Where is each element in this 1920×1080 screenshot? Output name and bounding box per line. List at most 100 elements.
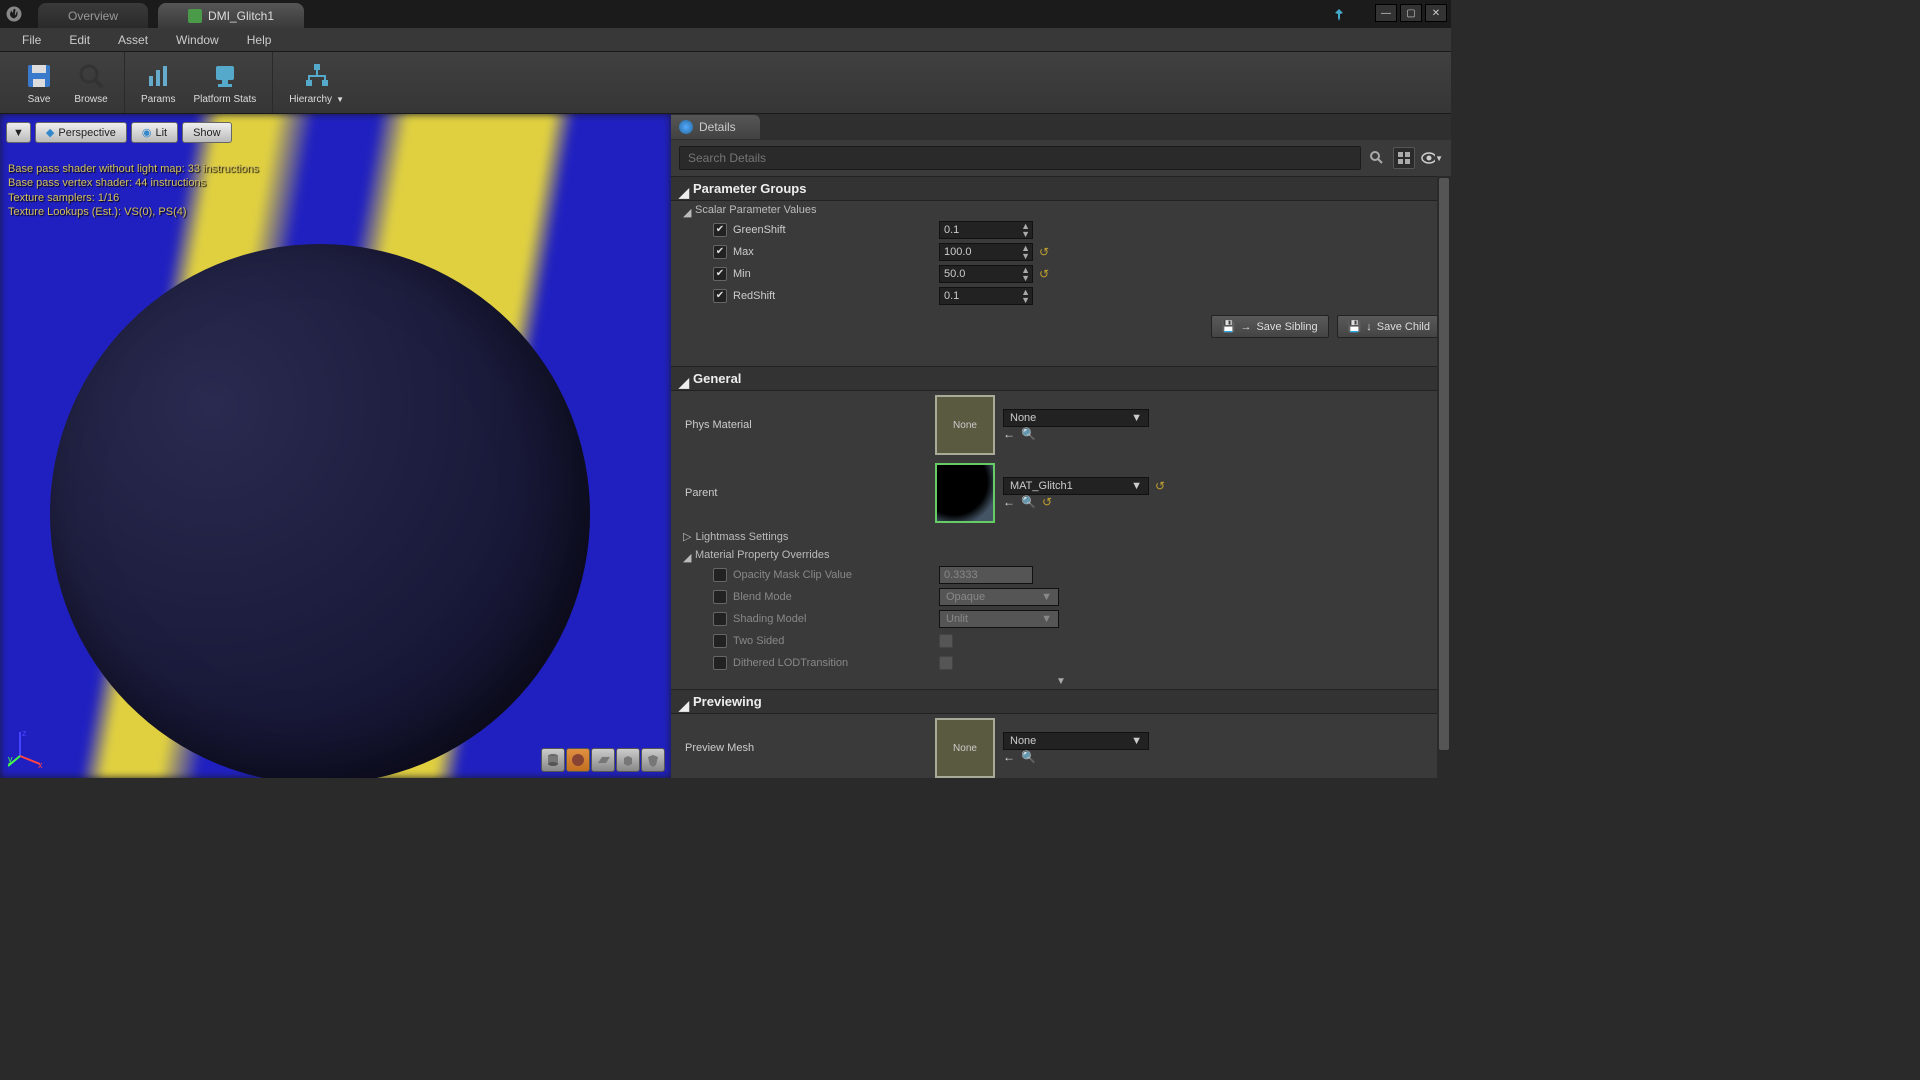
menu-file[interactable]: File (8, 33, 55, 47)
details-tab-bar: Details (671, 114, 1451, 140)
spinner-max[interactable]: 100.0▲▼ (939, 243, 1033, 261)
menu-window[interactable]: Window (162, 33, 233, 47)
triangle-down-icon: ◢ (683, 551, 691, 559)
preview-mesh-thumb[interactable]: None (935, 718, 995, 778)
preview-sphere (50, 244, 590, 778)
viewport-stats: Base pass shader without light map: 33 i… (8, 162, 259, 219)
plane-primitive-button[interactable] (591, 748, 615, 772)
sphere-primitive-button[interactable] (566, 748, 590, 772)
prop-greenshift: GreenShift 0.1▲▼ (671, 219, 1451, 241)
reset-icon[interactable]: ↺ (1039, 267, 1049, 281)
eye-icon[interactable]: ▼ (1421, 147, 1443, 169)
spinner-arrows-icon[interactable]: ▲▼ (1021, 222, 1030, 238)
details-icon (679, 120, 693, 134)
triangle-down-icon: ◢ (679, 375, 687, 383)
spinner-greenshift[interactable]: 0.1▲▼ (939, 221, 1033, 239)
reset-icon[interactable]: ↺ (1155, 479, 1165, 493)
maximize-button[interactable]: ▢ (1400, 4, 1422, 22)
checkbox-two-sided[interactable] (713, 634, 727, 648)
save-sibling-button[interactable]: 💾→ Save Sibling (1211, 315, 1329, 338)
viewport[interactable]: ▼ ◆Perspective ◉Lit Show Base pass shade… (0, 114, 671, 778)
triangle-down-icon: ◢ (679, 185, 687, 193)
checkbox-blend-mode[interactable] (713, 590, 727, 604)
platform-stats-button[interactable]: Platform Stats (187, 56, 262, 109)
details-tab[interactable]: Details (671, 115, 760, 139)
subcategory-overrides[interactable]: ◢Material Property Overrides (671, 546, 1451, 564)
show-button[interactable]: Show (182, 122, 232, 143)
cylinder-primitive-button[interactable] (541, 748, 565, 772)
checkbox-greenshift[interactable] (713, 223, 727, 237)
use-selected-icon[interactable]: ← (1003, 427, 1015, 441)
spinner-arrows-icon[interactable]: ▲▼ (1021, 244, 1030, 260)
prop-shading-model: Shading Model Unlit▼ (671, 608, 1451, 630)
category-previewing[interactable]: ◢Previewing (671, 689, 1451, 714)
reset-icon[interactable]: ↺ (1039, 245, 1049, 259)
hierarchy-icon (300, 60, 334, 92)
phys-material-thumb[interactable]: None (935, 395, 995, 455)
axis-gizmo: z x y (8, 728, 48, 768)
close-button[interactable]: ✕ (1425, 4, 1447, 22)
expand-indicator[interactable]: ▼ (671, 674, 1451, 689)
spinner-redshift[interactable]: 0.1▲▼ (939, 287, 1033, 305)
browse-asset-icon[interactable]: 🔍 (1021, 427, 1036, 441)
menu-edit[interactable]: Edit (55, 33, 104, 47)
platform-stats-icon (208, 60, 242, 92)
browse-button[interactable]: Browse (68, 56, 114, 109)
save-child-button[interactable]: 💾↓ Save Child (1337, 315, 1441, 338)
triangle-down-icon: ◢ (683, 206, 691, 214)
browse-asset-icon[interactable]: 🔍 (1021, 750, 1036, 764)
source-control-icon[interactable] (1332, 8, 1346, 22)
checkbox-redshift[interactable] (713, 289, 727, 303)
search-icon[interactable] (1367, 148, 1387, 168)
prop-min: Min 50.0▲▼↺ (671, 263, 1451, 285)
params-button[interactable]: Params (135, 56, 181, 109)
viewport-options-button[interactable]: ▼ (6, 122, 31, 143)
spinner-arrows-icon[interactable]: ▲▼ (1021, 266, 1030, 282)
prop-max: Max 100.0▲▼↺ (671, 241, 1451, 263)
titlebar: Overview DMI_Glitch1 — ▢ ✕ (0, 0, 1451, 28)
minimize-button[interactable]: — (1375, 4, 1397, 22)
prop-blend-mode: Blend Mode Opaque▼ (671, 586, 1451, 608)
parent-dropdown[interactable]: MAT_Glitch1▼ (1003, 477, 1149, 495)
scrollbar[interactable] (1437, 176, 1451, 778)
subcategory-lightmass[interactable]: ▷Lightmass Settings (671, 527, 1451, 546)
property-matrix-button[interactable] (1393, 147, 1415, 169)
lit-button[interactable]: ◉Lit (131, 122, 178, 143)
preview-mesh-dropdown[interactable]: None▼ (1003, 732, 1149, 750)
menu-asset[interactable]: Asset (104, 33, 162, 47)
checkbox-opacity-mask[interactable] (713, 568, 727, 582)
reset-icon[interactable]: ↺ (1042, 495, 1052, 509)
parent-thumb[interactable] (935, 463, 995, 523)
save-icon: 💾 (1222, 320, 1236, 333)
menu-help[interactable]: Help (233, 33, 286, 47)
use-selected-icon[interactable]: ← (1003, 750, 1015, 764)
category-general[interactable]: ◢General (671, 366, 1451, 391)
scrollbar-thumb[interactable] (1439, 178, 1449, 750)
checkbox-min[interactable] (713, 267, 727, 281)
use-selected-icon[interactable]: ← (1003, 495, 1015, 509)
mesh-primitive-button[interactable] (641, 748, 665, 772)
blend-mode-dropdown: Opaque▼ (939, 588, 1059, 606)
checkbox-dithered-lod[interactable] (713, 656, 727, 670)
chevron-down-icon: ▼ (1041, 591, 1052, 603)
tab-overview[interactable]: Overview (38, 3, 148, 28)
perspective-button[interactable]: ◆Perspective (35, 122, 127, 143)
search-input[interactable] (679, 146, 1361, 170)
triangle-right-icon: ▷ (683, 530, 691, 543)
cube-primitive-button[interactable] (616, 748, 640, 772)
tab-overview-label: Overview (68, 9, 118, 23)
hierarchy-label: Hierarchy (289, 94, 332, 105)
chevron-down-icon: ▼ (336, 95, 344, 104)
checkbox-shading-model[interactable] (713, 612, 727, 626)
hierarchy-button[interactable]: Hierarchy ▼ (283, 56, 350, 109)
viewport-toolbar: ▼ ◆Perspective ◉Lit Show (6, 122, 232, 143)
phys-material-dropdown[interactable]: None▼ (1003, 409, 1149, 427)
checkbox-max[interactable] (713, 245, 727, 259)
spinner-arrows-icon[interactable]: ▲▼ (1021, 288, 1030, 304)
spinner-min[interactable]: 50.0▲▼ (939, 265, 1033, 283)
category-parameter-groups[interactable]: ◢Parameter Groups (671, 176, 1451, 201)
browse-asset-icon[interactable]: 🔍 (1021, 495, 1036, 509)
tab-asset[interactable]: DMI_Glitch1 (158, 3, 304, 28)
save-button[interactable]: Save (16, 56, 62, 109)
subcategory-scalar[interactable]: ◢Scalar Parameter Values (671, 201, 1451, 219)
